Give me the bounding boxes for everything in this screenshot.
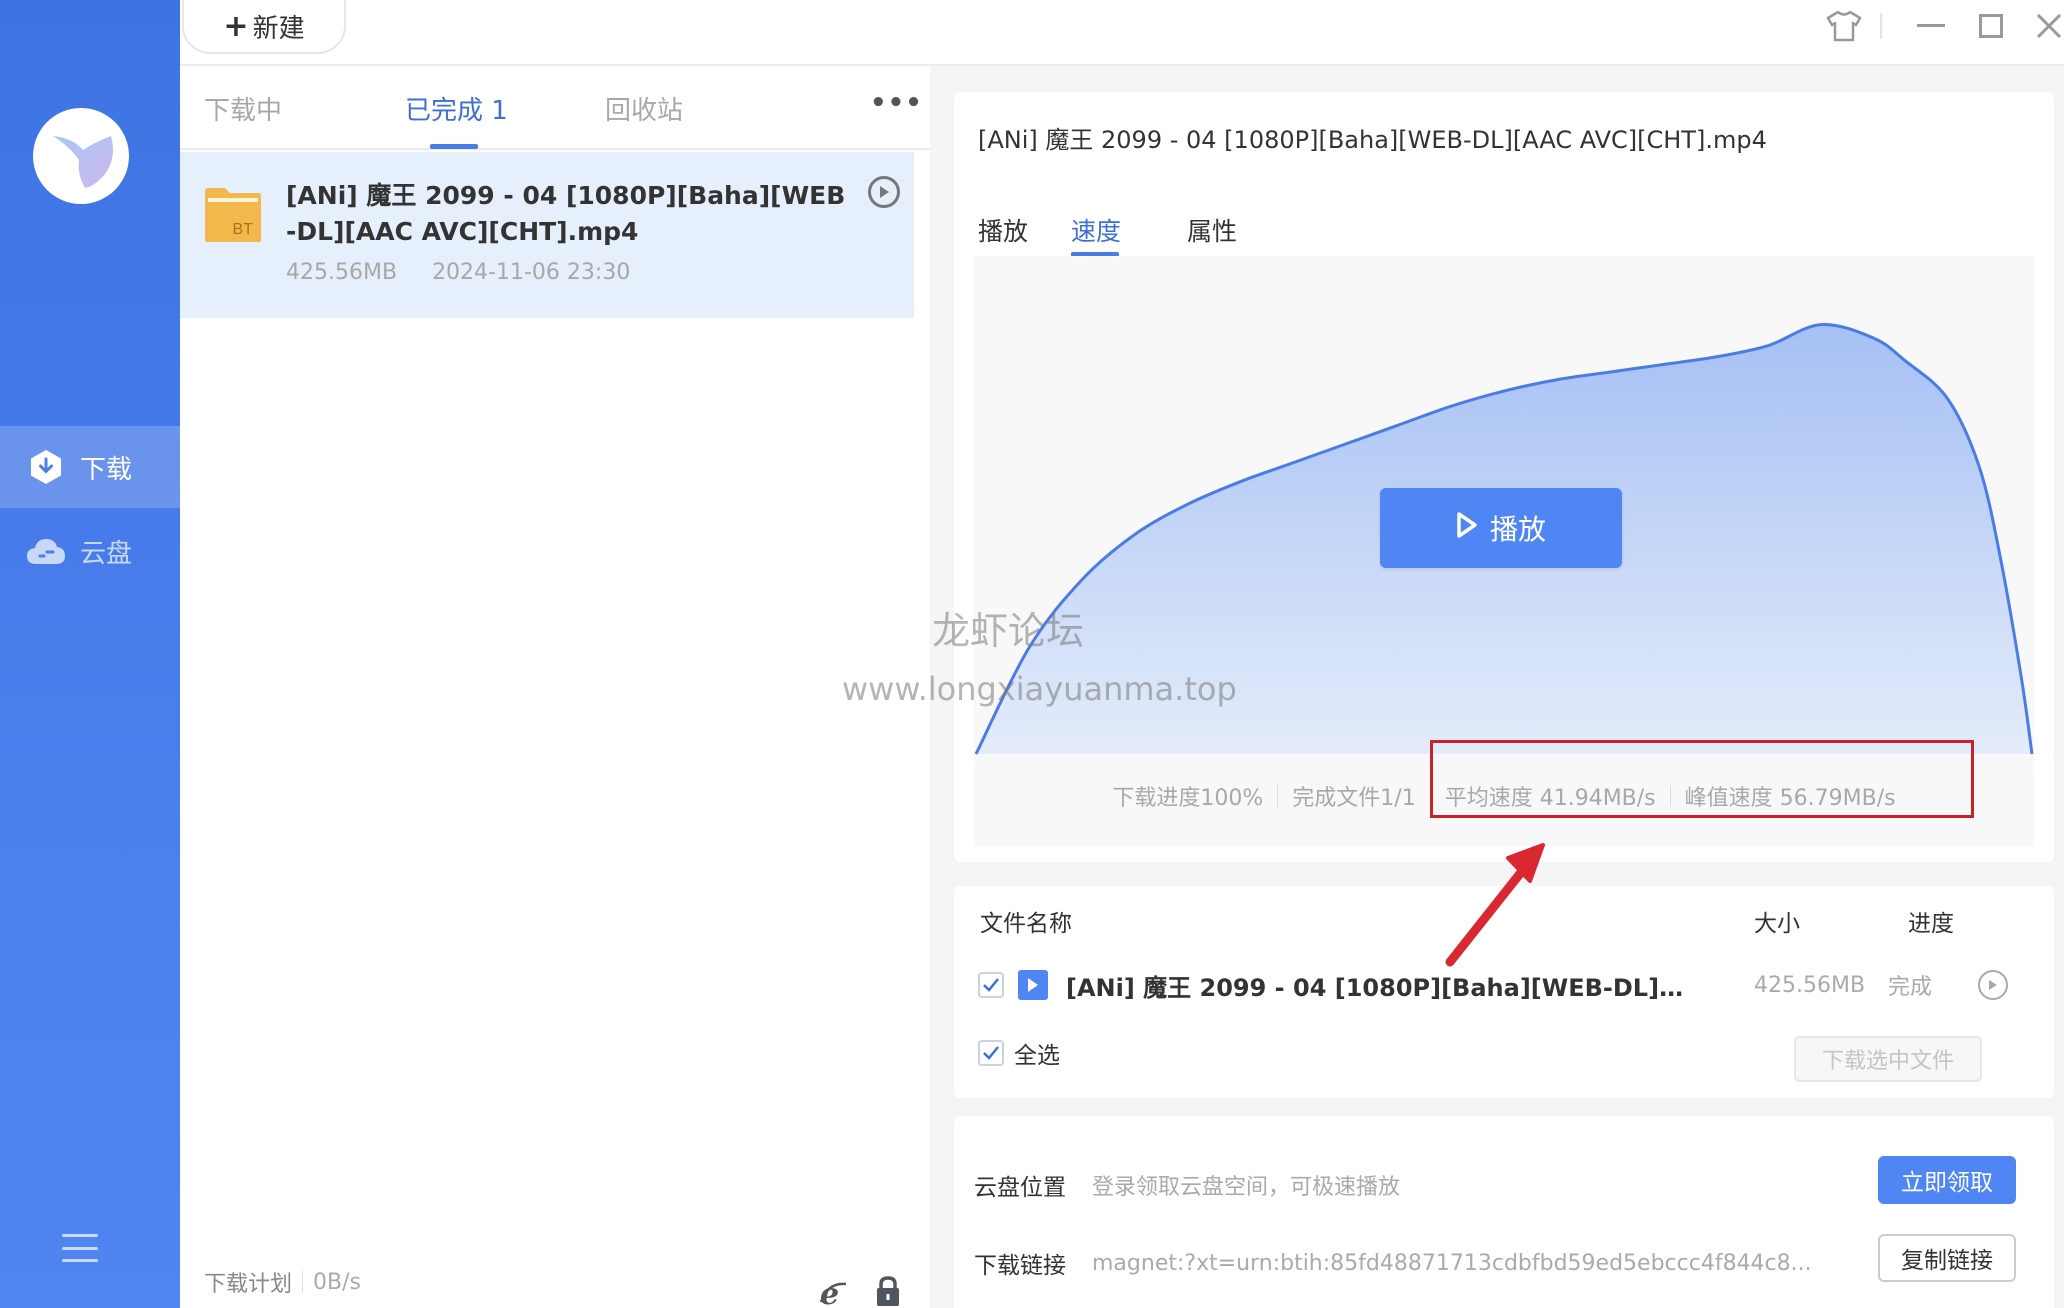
sidebar: 下载 云盘 [0,0,180,1308]
new-task-label: 新建 [252,13,305,44]
title-bar: + 新建 [180,0,2064,66]
divider [1880,13,1882,39]
minimize-icon[interactable] [1916,6,1946,46]
tab-play[interactable]: 播放 [978,212,1028,248]
tab-properties[interactable]: 属性 [1187,212,1237,248]
tab-recycle-bin[interactable]: 回收站 [605,90,683,127]
task-title: [ANi] 魔王 2099 - 04 [1080P][Baha][WEB-DL]… [286,181,846,246]
cloud-location-label: 云盘位置 [974,1175,1066,1201]
download-hexagon-icon [26,447,66,487]
task-size: 425.56MB [286,260,398,285]
copy-link-button[interactable]: 复制链接 [1878,1234,2016,1282]
file-row[interactable]: [ANi] 魔王 2099 - 04 [1080P][Baha][WEB-DL]… [978,962,2028,1008]
file-progress: 完成 [1888,975,1933,1000]
select-all[interactable]: 全选 [978,1036,1060,1070]
claim-now-button[interactable]: 立即领取 [1878,1156,2016,1204]
column-header-progress: 进度 [1908,911,1954,937]
download-link-value[interactable]: magnet:?xt=urn:btih:85fd48871713cdbfbd59… [1092,1251,1812,1276]
hummingbird-logo-icon [53,136,113,188]
sidebar-item-download[interactable]: 下载 [0,426,180,508]
schedule-label: 下载计划 [204,1272,293,1297]
hamburger-menu-icon[interactable] [62,1234,98,1262]
video-file-icon [1018,970,1048,1000]
bt-folder-icon: BT [203,184,263,244]
svg-text:e: e [820,1278,839,1308]
close-icon[interactable] [2034,6,2064,46]
column-header-size: 大小 [1754,911,1800,937]
download-link-label: 下载链接 [974,1253,1066,1279]
download-link-row: 下载链接 magnet:?xt=urn:btih:85fd48871713cdb… [974,1246,1812,1280]
tab-speed[interactable]: 速度 [1071,212,1121,248]
lock-icon[interactable] [876,1276,900,1308]
task-detail-panel: [ANi] 魔王 2099 - 04 [1080P][Baha][WEB-DL]… [930,66,2064,1308]
skin-icon[interactable] [1822,6,1866,46]
ie-icon[interactable]: e [818,1277,848,1308]
more-icon[interactable]: ••• [870,88,923,118]
stat-progress: 下载进度100% [1112,786,1264,811]
tab-downloading[interactable]: 下载中 [204,90,282,127]
sidebar-item-cloud[interactable]: 云盘 [0,510,180,592]
active-tab-indicator [430,144,478,149]
speed-card: [ANi] 魔王 2099 - 04 [1080P][Baha][WEB-DL]… [954,92,2054,862]
sidebar-item-label: 下载 [80,454,133,485]
speed-chart: 播放 下载进度100% 完成文件1/1 平均速度 41.94MB/s 峰值速度 … [974,256,2034,846]
sidebar-item-label: 云盘 [80,538,133,569]
app-logo [33,108,129,204]
divider [302,1271,304,1293]
download-schedule[interactable]: 下载计划 0B/s [204,1266,361,1298]
new-task-button[interactable]: + 新建 [182,0,346,54]
select-all-checkbox[interactable] [978,1040,1004,1066]
task-list-item[interactable]: BT [ANi] 魔王 2099 - 04 [1080P][Baha][WEB-… [180,152,914,318]
link-info-card: 云盘位置 登录领取云盘空间，可极速播放 立即领取 下载链接 magnet:?xt… [954,1116,2054,1308]
file-list-card: 文件名称 大小 进度 [ANi] 魔王 2099 - 04 [1080P][Ba… [954,886,2054,1098]
file-size: 425.56MB [1754,972,1866,998]
current-speed: 0B/s [313,1269,361,1295]
tab-completed[interactable]: 已完成 1 [405,90,508,127]
play-icon[interactable] [1978,970,2008,1000]
cloud-icon [26,531,66,571]
task-list-panel: 下载中 已完成 1 回收站 ••• BT [ANi] 魔王 2099 - 04 … [180,66,930,1308]
plus-icon: + [223,8,249,44]
maximize-icon[interactable] [1976,6,2006,46]
play-label: 播放 [1489,513,1546,546]
download-selected-button[interactable]: 下载选中文件 [1794,1036,1982,1082]
select-all-label: 全选 [1014,1043,1060,1069]
detail-file-title: [ANi] 魔王 2099 - 04 [1080P][Baha][WEB-DL]… [978,126,1767,154]
divider [1277,785,1279,807]
svg-text:BT: BT [233,221,254,238]
task-tabs: 下载中 已完成 1 回收站 ••• [180,66,930,150]
cloud-location-value: 登录领取云盘空间，可极速播放 [1092,1175,1401,1200]
play-icon[interactable] [868,176,900,208]
stat-files: 完成文件1/1 [1292,786,1416,811]
task-date: 2024-11-06 23:30 [432,260,631,285]
task-meta: 425.56MB 2024-11-06 23:30 [286,260,630,285]
play-button[interactable]: 播放 [1380,488,1622,568]
annotation-highlight-box [1430,740,1974,818]
column-header-name: 文件名称 [980,911,1072,937]
file-name: [ANi] 魔王 2099 - 04 [1080P][Baha][WEB-DL]… [1066,973,1686,1002]
play-triangle-icon [1456,511,1478,546]
cloud-location-row: 云盘位置 登录领取云盘空间，可极速播放 [974,1168,1400,1202]
file-checkbox[interactable] [978,972,1004,998]
